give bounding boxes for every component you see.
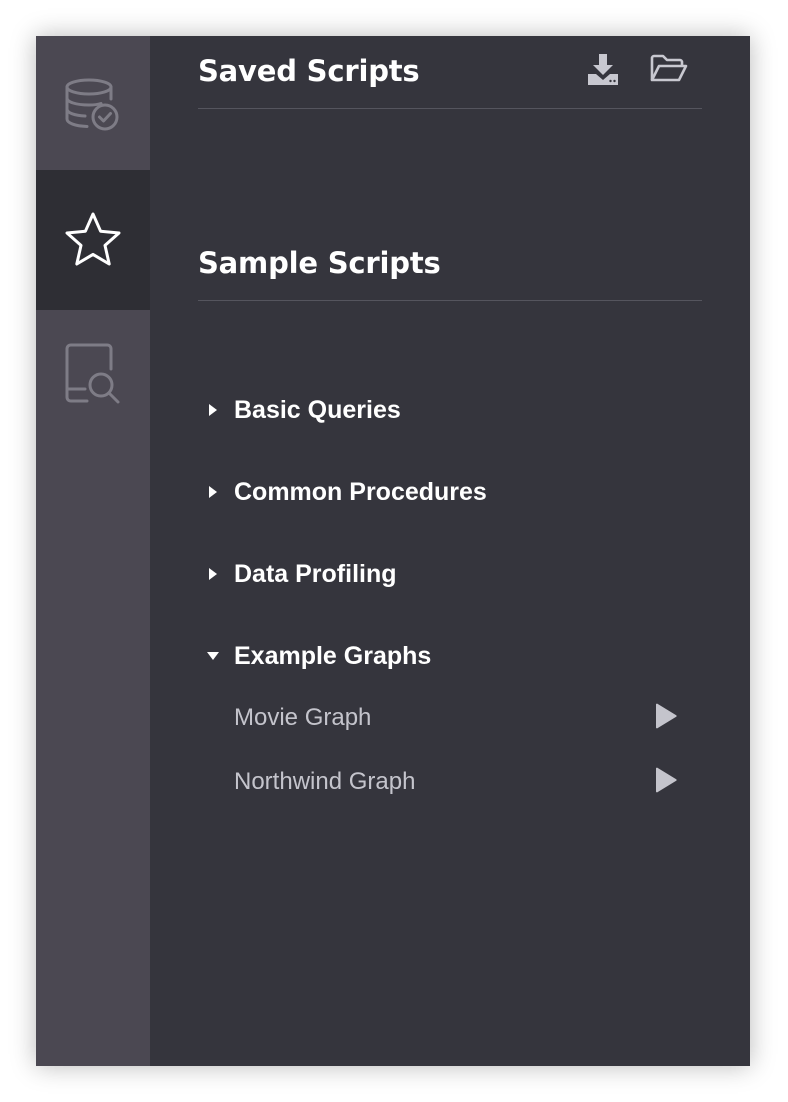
play-icon bbox=[654, 703, 678, 734]
sample-scripts-title: Sample Scripts bbox=[198, 246, 441, 280]
script-label: Movie Graph bbox=[234, 704, 372, 731]
folder-label: Common Procedures bbox=[234, 478, 487, 506]
document-search-icon bbox=[63, 343, 123, 407]
star-icon bbox=[63, 210, 123, 270]
sample-scripts-header: Sample Scripts bbox=[198, 228, 702, 301]
play-icon bbox=[654, 767, 678, 798]
caret-right-icon bbox=[206, 472, 220, 512]
folder-open-icon bbox=[650, 54, 688, 89]
download-icon bbox=[586, 52, 620, 91]
sidebar-item-database[interactable] bbox=[36, 36, 150, 174]
download-button[interactable] bbox=[584, 53, 622, 89]
database-check-icon bbox=[63, 75, 123, 135]
favorites-window: Saved Scripts Sample Scripts Basic Queri… bbox=[36, 36, 750, 1066]
saved-scripts-title: Saved Scripts bbox=[198, 54, 420, 88]
script-movie-graph[interactable]: Movie Graph bbox=[198, 698, 702, 738]
folder-data-profiling[interactable]: Data Profiling bbox=[198, 554, 702, 594]
folder-label: Basic Queries bbox=[234, 396, 401, 424]
caret-right-icon bbox=[206, 390, 220, 430]
sidebar-rail bbox=[36, 36, 150, 1066]
script-northwind-graph[interactable]: Northwind Graph bbox=[198, 762, 702, 802]
script-label: Northwind Graph bbox=[234, 768, 416, 795]
folder-basic-queries[interactable]: Basic Queries bbox=[198, 390, 702, 430]
folder-example-graphs[interactable]: Example Graphs bbox=[198, 636, 702, 676]
sidebar-item-documents[interactable] bbox=[36, 310, 150, 440]
open-folder-button[interactable] bbox=[650, 53, 688, 89]
caret-right-icon bbox=[206, 554, 220, 594]
run-script-button[interactable] bbox=[652, 767, 680, 798]
folder-common-procedures[interactable]: Common Procedures bbox=[198, 472, 702, 512]
sidebar-item-favorites[interactable] bbox=[36, 170, 150, 310]
folder-label: Example Graphs bbox=[234, 642, 432, 670]
folder-label: Data Profiling bbox=[234, 560, 397, 588]
caret-down-icon bbox=[206, 636, 220, 676]
saved-scripts-header: Saved Scripts bbox=[198, 36, 702, 109]
run-script-button[interactable] bbox=[652, 703, 680, 734]
